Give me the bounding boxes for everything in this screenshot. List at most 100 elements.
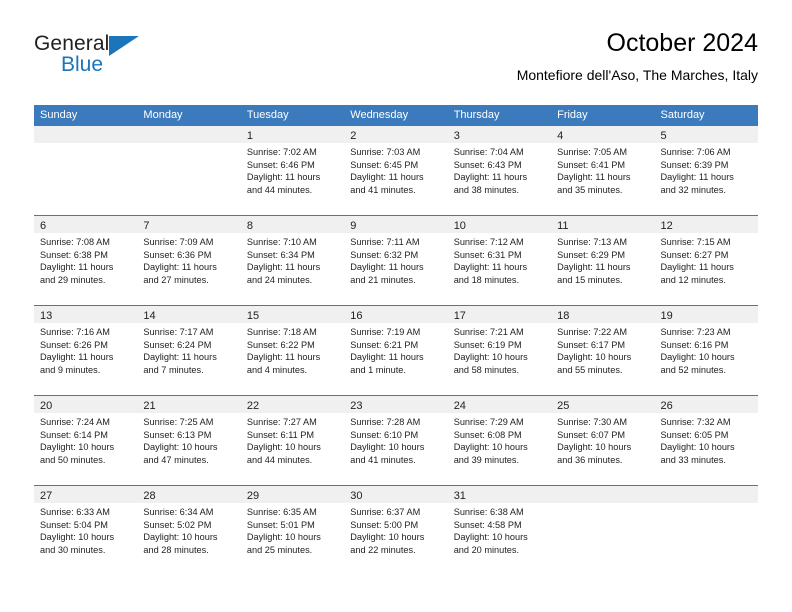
day-detail-line: Daylight: 11 hours	[453, 172, 528, 182]
day-detail-line: Sunrise: 7:10 AM	[246, 237, 317, 247]
day-detail-line: Daylight: 10 hours	[557, 442, 632, 452]
calendar-day-cell[interactable]: 26 Sunrise: 7:32 AM Sunset: 6:05 PM Dayligh…	[654, 396, 758, 485]
calendar-day-cell[interactable]: 22 Sunrise: 7:27 AM Sunset: 6:11 PM Dayligh…	[240, 396, 345, 485]
day-detail-line: and 1 minute.	[350, 364, 406, 375]
day-detail-line: Sunrise: 7:03 AM	[350, 147, 421, 157]
day-number-band: 22	[240, 396, 345, 413]
day-number-band: 28	[137, 486, 241, 503]
day-details: Sunrise: 7:32 AM Sunset: 6:05 PM Daylight:…	[655, 413, 758, 466]
calendar-week-row: 1 Sunrise: 7:02 AM Sunset: 6:46 PM Daylight…	[34, 126, 758, 215]
day-detail-line: Sunset: 6:11 PM	[246, 429, 315, 440]
day-number: 31	[453, 490, 466, 502]
day-detail-line: Sunrise: 6:37 AM	[350, 507, 421, 517]
day-detail-line: Daylight: 11 hours	[660, 262, 734, 272]
calendar-day-cell[interactable]: 29 Sunrise: 6:35 AM Sunset: 5:01 PM Dayligh…	[240, 486, 345, 575]
day-number: 18	[557, 310, 570, 322]
day-number-band: 4	[551, 126, 655, 143]
day-detail-line: and 18 minutes.	[453, 274, 520, 285]
day-detail-line: Sunset: 6:43 PM	[453, 159, 522, 170]
calendar-day-cell[interactable]: 5 Sunrise: 7:06 AM Sunset: 6:39 PM Daylight…	[654, 126, 758, 215]
calendar-day-cell[interactable]: 23 Sunrise: 7:28 AM Sunset: 6:10 PM Dayligh…	[344, 396, 448, 485]
calendar-day-cell[interactable]: 10 Sunrise: 7:12 AM Sunset: 6:31 PM Dayligh…	[447, 216, 552, 305]
day-detail-line: and 35 minutes.	[557, 184, 623, 195]
day-details: Sunrise: 7:16 AM Sunset: 6:26 PM Daylight:…	[34, 323, 137, 376]
day-number-band: 24	[447, 396, 552, 413]
calendar-day-cell[interactable]: 21 Sunrise: 7:25 AM Sunset: 6:13 PM Dayligh…	[137, 396, 241, 485]
day-detail-line: Daylight: 11 hours	[246, 262, 321, 272]
calendar-day-cell[interactable]: 11 Sunrise: 7:13 AM Sunset: 6:29 PM Dayligh…	[551, 216, 655, 305]
day-number-band: 5	[654, 126, 758, 143]
day-details: Sunrise: 6:35 AM Sunset: 5:01 PM Daylight:…	[241, 503, 344, 556]
day-detail-line: Daylight: 10 hours	[453, 352, 528, 362]
day-number-band: 17	[447, 306, 552, 323]
calendar-day-cell[interactable]: 31 Sunrise: 6:38 AM Sunset: 4:58 PM Dayligh…	[447, 486, 552, 575]
calendar-day-cell[interactable]: 7 Sunrise: 7:09 AM Sunset: 6:36 PM Daylight…	[137, 216, 241, 305]
day-detail-line: and 39 minutes.	[453, 454, 520, 465]
day-detail-line: and 30 minutes.	[40, 544, 106, 555]
day-details: Sunrise: 7:15 AM Sunset: 6:27 PM Daylight:…	[655, 233, 758, 286]
calendar-day-cell[interactable]: 6 Sunrise: 7:08 AM Sunset: 6:38 PM Daylight…	[34, 216, 138, 305]
calendar-day-cell[interactable]: 3 Sunrise: 7:04 AM Sunset: 6:43 PM Daylight…	[447, 126, 552, 215]
day-detail-line: Daylight: 10 hours	[246, 442, 321, 452]
calendar-day-cell[interactable]: 14 Sunrise: 7:17 AM Sunset: 6:24 PM Dayligh…	[137, 306, 241, 395]
day-detail-line: Sunrise: 6:33 AM	[40, 507, 110, 517]
day-details: Sunrise: 6:33 AM Sunset: 5:04 PM Daylight:…	[34, 503, 137, 556]
day-number: 8	[246, 220, 253, 232]
calendar-day-cell[interactable]: 1 Sunrise: 7:02 AM Sunset: 6:46 PM Daylight…	[240, 126, 345, 215]
calendar-day-cell[interactable]: 15 Sunrise: 7:18 AM Sunset: 6:22 PM Dayligh…	[240, 306, 345, 395]
day-details: Sunrise: 7:04 AM Sunset: 6:43 PM Daylight:…	[448, 143, 551, 196]
calendar-day-cell[interactable]: 24 Sunrise: 7:29 AM Sunset: 6:08 PM Dayligh…	[447, 396, 552, 485]
calendar-day-cell-empty	[137, 126, 241, 215]
calendar-day-cell[interactable]: 25 Sunrise: 7:30 AM Sunset: 6:07 PM Dayligh…	[551, 396, 655, 485]
calendar-day-cell[interactable]: 13 Sunrise: 7:16 AM Sunset: 6:26 PM Dayligh…	[34, 306, 138, 395]
calendar-day-cell[interactable]: 4 Sunrise: 7:05 AM Sunset: 6:41 PM Daylight…	[551, 126, 655, 215]
day-details: Sunrise: 7:05 AM Sunset: 6:41 PM Daylight:…	[551, 143, 654, 196]
calendar-day-cell[interactable]: 20 Sunrise: 7:24 AM Sunset: 6:14 PM Dayligh…	[34, 396, 138, 485]
day-number-band: 3	[447, 126, 552, 143]
brand-logo[interactable]: General Blue	[34, 32, 234, 92]
day-detail-line: and 25 minutes.	[246, 544, 313, 555]
day-detail-line: and 15 minutes.	[557, 274, 623, 285]
day-detail-line: and 58 minutes.	[453, 364, 520, 375]
calendar-day-cell[interactable]: 30 Sunrise: 6:37 AM Sunset: 5:00 PM Dayligh…	[344, 486, 448, 575]
day-number: 12	[660, 220, 673, 232]
day-number: 4	[557, 130, 564, 142]
day-detail-line: Daylight: 11 hours	[557, 262, 631, 272]
day-number-band: 9	[344, 216, 448, 233]
day-detail-line: Sunrise: 7:11 AM	[350, 237, 420, 247]
calendar-day-cell[interactable]: 8 Sunrise: 7:10 AM Sunset: 6:34 PM Daylight…	[240, 216, 345, 305]
day-detail-line: Sunrise: 7:08 AM	[40, 237, 110, 247]
brand-triangle-icon	[109, 36, 139, 56]
day-detail-line: Daylight: 11 hours	[557, 172, 631, 182]
day-number: 30	[350, 490, 363, 502]
day-number: 9	[350, 220, 357, 232]
calendar-day-cell[interactable]: 19 Sunrise: 7:23 AM Sunset: 6:16 PM Dayligh…	[654, 306, 758, 395]
day-number: 2	[350, 130, 357, 142]
calendar-day-cell[interactable]: 28 Sunrise: 6:34 AM Sunset: 5:02 PM Dayligh…	[137, 486, 241, 575]
day-detail-line: Sunrise: 6:35 AM	[246, 507, 317, 517]
day-detail-line: Daylight: 11 hours	[143, 262, 217, 272]
day-detail-line: Sunset: 6:22 PM	[246, 339, 315, 350]
calendar-day-cell[interactable]: 12 Sunrise: 7:15 AM Sunset: 6:27 PM Dayligh…	[654, 216, 758, 305]
calendar-day-cell[interactable]: 9 Sunrise: 7:11 AM Sunset: 6:32 PM Daylight…	[344, 216, 448, 305]
day-detail-line: Sunrise: 7:02 AM	[246, 147, 317, 157]
day-number-band	[137, 126, 241, 143]
calendar-day-cell[interactable]: 17 Sunrise: 7:21 AM Sunset: 6:19 PM Dayligh…	[447, 306, 552, 395]
calendar-day-cell[interactable]: 27 Sunrise: 6:33 AM Sunset: 5:04 PM Dayligh…	[34, 486, 138, 575]
day-detail-line: Daylight: 10 hours	[143, 442, 218, 452]
day-details: Sunrise: 6:37 AM Sunset: 5:00 PM Daylight:…	[344, 503, 447, 556]
day-number-band: 18	[551, 306, 655, 323]
day-detail-line: Daylight: 11 hours	[350, 172, 424, 182]
calendar-day-cell[interactable]: 16 Sunrise: 7:19 AM Sunset: 6:21 PM Dayligh…	[344, 306, 448, 395]
day-detail-line: Sunrise: 7:22 AM	[557, 327, 628, 337]
day-detail-line: Sunset: 6:34 PM	[246, 249, 315, 260]
day-detail-line: Sunrise: 7:21 AM	[453, 327, 524, 337]
day-number: 22	[246, 400, 260, 412]
calendar-day-cell[interactable]: 2 Sunrise: 7:03 AM Sunset: 6:45 PM Daylight…	[344, 126, 448, 215]
day-number: 11	[557, 220, 569, 232]
day-detail-line: and 27 minutes.	[143, 274, 209, 285]
day-details: Sunrise: 6:34 AM Sunset: 5:02 PM Daylight:…	[137, 503, 240, 556]
day-detail-line: Daylight: 11 hours	[453, 262, 528, 272]
day-number: 13	[40, 310, 53, 322]
calendar-day-cell[interactable]: 18 Sunrise: 7:22 AM Sunset: 6:17 PM Dayligh…	[551, 306, 655, 395]
